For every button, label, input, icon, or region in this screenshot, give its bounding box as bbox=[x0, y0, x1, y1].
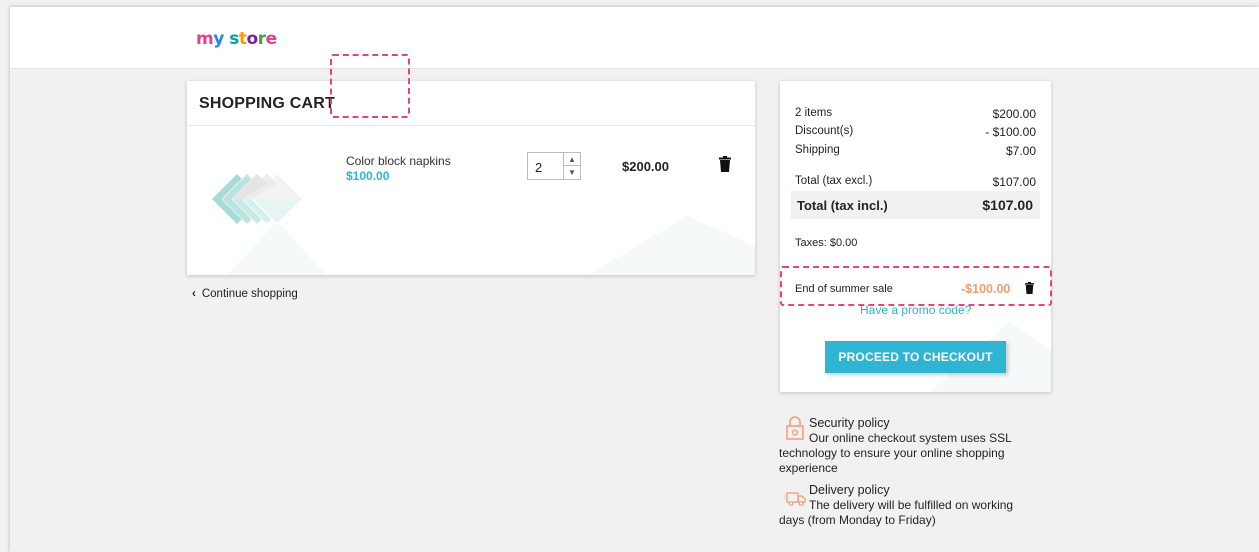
cart-title: SHOPPING CART bbox=[199, 95, 335, 112]
shipping-label: Shipping bbox=[795, 144, 840, 156]
security-policy-text: Our online checkout system uses SSL tech… bbox=[779, 431, 1012, 475]
chevron-left-icon: ‹ bbox=[192, 288, 196, 300]
discount-label: Discount(s) bbox=[795, 125, 854, 137]
items-count-label: 2 items bbox=[795, 107, 833, 119]
store-logo[interactable]: my store bbox=[196, 29, 277, 49]
summary-total-incl-row: Total (tax incl.) $107.00 bbox=[791, 191, 1040, 219]
quantity-highlight bbox=[330, 54, 410, 118]
security-policy-title: Security policy bbox=[809, 416, 890, 430]
summary-shipping-row: Shipping $7.00 bbox=[795, 144, 1036, 158]
divider bbox=[187, 125, 755, 126]
voucher-amount: -$100.00 bbox=[961, 282, 1011, 296]
line-total: $200.00 bbox=[622, 159, 669, 174]
shopping-cart-panel: SHOPPING CART Color block napkins $100.0… bbox=[187, 81, 755, 275]
voucher-name: End of summer sale bbox=[795, 283, 893, 295]
proceed-to-checkout-button[interactable]: PROCEED TO CHECKOUT bbox=[825, 341, 1006, 373]
delivery-policy-block: Delivery policy The delivery will be ful… bbox=[779, 483, 1039, 528]
summary-total-excl-row: Total (tax excl.) $107.00 bbox=[795, 175, 1036, 189]
product-unit-price: $100.00 bbox=[346, 169, 390, 183]
discount-value: - $100.00 bbox=[985, 125, 1036, 139]
total-incl-label: Total (tax incl.) bbox=[797, 198, 888, 213]
lock-icon bbox=[786, 416, 804, 440]
summary-items-row: 2 items $200.00 bbox=[795, 107, 1036, 121]
quantity-stepper[interactable]: 2 ▲ ▼ bbox=[527, 152, 581, 180]
quantity-decrease-button[interactable]: ▼ bbox=[564, 166, 580, 179]
items-subtotal: $200.00 bbox=[992, 107, 1036, 121]
remove-voucher-icon[interactable] bbox=[1025, 282, 1034, 294]
quantity-buttons: ▲ ▼ bbox=[563, 153, 580, 179]
promo-code-link[interactable]: Have a promo code? bbox=[860, 303, 971, 317]
site-header: my store bbox=[10, 7, 1259, 69]
shipping-value: $7.00 bbox=[1005, 144, 1036, 158]
continue-shopping-link[interactable]: ‹ Continue shopping bbox=[192, 288, 298, 300]
total-excl-label: Total (tax excl.) bbox=[795, 175, 873, 187]
total-excl-value: $107.00 bbox=[992, 175, 1036, 189]
delivery-policy-text: The delivery will be fulfilled on workin… bbox=[779, 498, 1014, 527]
quantity-input[interactable]: 2 bbox=[535, 160, 542, 175]
quantity-increase-button[interactable]: ▲ bbox=[564, 153, 580, 166]
truck-icon bbox=[783, 492, 806, 506]
taxes-label: Taxes: $0.00 bbox=[795, 237, 858, 249]
delivery-policy-title: Delivery policy bbox=[809, 483, 890, 497]
product-image[interactable] bbox=[207, 169, 307, 229]
continue-shopping-label: Continue shopping bbox=[201, 288, 298, 300]
summary-discount-row: Discount(s) - $100.00 bbox=[795, 125, 1036, 139]
product-name[interactable]: Color block napkins bbox=[346, 154, 451, 168]
total-incl-value: $107.00 bbox=[982, 197, 1033, 213]
trash-icon[interactable] bbox=[719, 156, 731, 172]
security-policy-block: Security policy Our online checkout syst… bbox=[779, 416, 1039, 476]
